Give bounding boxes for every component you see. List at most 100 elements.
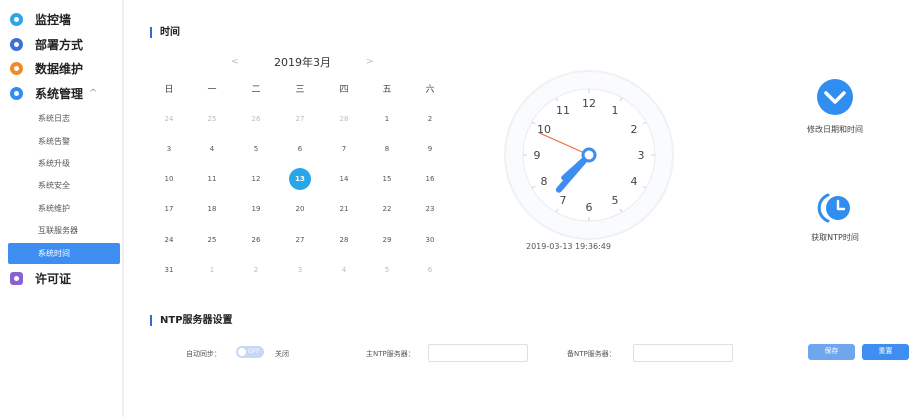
- prev-month-icon[interactable]: <: [231, 57, 239, 67]
- save-button[interactable]: 保存: [808, 344, 855, 360]
- data-maintenance-icon: [10, 61, 23, 75]
- clock-number: 1: [612, 104, 619, 117]
- calendar-day[interactable]: 25: [201, 229, 223, 251]
- sidebar-subitem-system-maintenance[interactable]: 系统维护: [8, 198, 120, 219]
- calendar-weekday-header: 四: [339, 85, 349, 95]
- sidebar-item-label: 部署方式: [35, 37, 84, 52]
- calendar-day[interactable]: 1: [201, 259, 223, 281]
- calendar-day[interactable]: 3: [158, 138, 180, 160]
- license-icon: [10, 271, 23, 285]
- calendar-day[interactable]: 1: [376, 108, 398, 130]
- clock-number: 7: [560, 194, 567, 207]
- monitor-icon: [10, 12, 23, 26]
- calendar-day[interactable]: 4: [201, 138, 223, 160]
- calendar-day[interactable]: 31: [158, 259, 180, 281]
- calendar-day[interactable]: 23: [419, 198, 441, 220]
- chevron-up-icon[interactable]: ^: [89, 88, 97, 99]
- calendar-day[interactable]: 29: [376, 229, 398, 251]
- calendar-day[interactable]: 27: [289, 229, 311, 251]
- calendar-day[interactable]: 25: [201, 108, 223, 130]
- sidebar-subitem-system-log[interactable]: 系统日志: [8, 108, 120, 129]
- sidebar-item-monitor-wall[interactable]: 监控墙: [10, 9, 71, 29]
- calendar-weekday-header: 六: [425, 85, 435, 95]
- calendar-day[interactable]: 6: [419, 259, 441, 281]
- calendar-weekday-header: 三: [295, 85, 305, 95]
- calendar-day[interactable]: 20: [289, 198, 311, 220]
- sidebar-item-label: 数据维护: [35, 61, 84, 76]
- clock-datetime-readout: 2019-03-13 19:36:49: [526, 242, 611, 251]
- calendar-day-selected[interactable]: 13: [289, 168, 311, 190]
- sidebar-item-system-management[interactable]: 系统管理 ^: [10, 83, 97, 103]
- calendar-day[interactable]: 24: [158, 108, 180, 130]
- calendar-day[interactable]: 17: [158, 198, 180, 220]
- time-section-title: 时间: [150, 27, 180, 38]
- get-ntp-time-action[interactable]: 获取NTP时间: [796, 192, 874, 243]
- calendar-day[interactable]: 14: [333, 168, 355, 190]
- calendar-day[interactable]: 21: [333, 198, 355, 220]
- primary-ntp-input[interactable]: [428, 344, 528, 362]
- calendar-day[interactable]: 2: [419, 108, 441, 130]
- clock-number: 5: [612, 194, 619, 207]
- sidebar-item-deployment[interactable]: 部署方式: [10, 34, 83, 54]
- calendar-day[interactable]: 5: [245, 138, 267, 160]
- calendar-day[interactable]: 11: [201, 168, 223, 190]
- sidebar-item-license[interactable]: 许可证: [10, 268, 71, 288]
- calendar-day[interactable]: 8: [376, 138, 398, 160]
- ntp-section-title: NTP服务器设置: [150, 315, 233, 326]
- calendar-day[interactable]: 28: [333, 229, 355, 251]
- calendar-day[interactable]: 28: [333, 108, 355, 130]
- primary-ntp-label: 主NTP服务器：: [366, 350, 415, 358]
- next-month-icon[interactable]: >: [366, 57, 374, 67]
- sidebar-subitem-interconnect-server[interactable]: 互联服务器: [8, 220, 120, 241]
- modify-datetime-label[interactable]: 修改日期和时间: [807, 125, 863, 134]
- auto-sync-label: 自动同步：: [186, 350, 221, 358]
- calendar-day[interactable]: 9: [419, 138, 441, 160]
- chevron-down-circle-icon[interactable]: [816, 78, 854, 116]
- calendar-day[interactable]: 6: [289, 138, 311, 160]
- backup-ntp-input[interactable]: [633, 344, 733, 362]
- sidebar-item-label: 许可证: [35, 271, 72, 286]
- system-management-icon: [10, 86, 23, 100]
- calendar-day[interactable]: 15: [376, 168, 398, 190]
- sidebar-item-data-maintenance[interactable]: 数据维护: [10, 58, 83, 78]
- calendar-day[interactable]: 22: [376, 198, 398, 220]
- toggle-knob: [238, 348, 246, 356]
- auto-sync-state-label: 关闭: [275, 350, 289, 358]
- calendar-day[interactable]: 3: [289, 259, 311, 281]
- sidebar-item-label: 监控墙: [35, 12, 72, 27]
- calendar-day[interactable]: 26: [245, 229, 267, 251]
- reset-button[interactable]: 重置: [862, 344, 909, 360]
- get-ntp-time-label[interactable]: 获取NTP时间: [811, 233, 859, 242]
- calendar-month-title: 2019年3月: [274, 56, 331, 69]
- sidebar-subitem-system-time[interactable]: 系统时间: [8, 243, 120, 264]
- calendar-day[interactable]: 12: [245, 168, 267, 190]
- sidebar: 监控墙 部署方式 数据维护 系统管理 ^ 系统日志 系统告警 系统升级 系统安全…: [0, 0, 124, 417]
- modify-datetime-action[interactable]: 修改日期和时间: [796, 78, 874, 135]
- calendar-day[interactable]: 18: [201, 198, 223, 220]
- calendar-day[interactable]: 30: [419, 229, 441, 251]
- clock-number: 11: [556, 104, 570, 117]
- clock-number: 4: [631, 175, 638, 188]
- calendar-day[interactable]: 24: [158, 229, 180, 251]
- sidebar-subitem-system-upgrade[interactable]: 系统升级: [8, 153, 120, 174]
- toggle-text: OFF: [248, 348, 260, 355]
- auto-sync-toggle[interactable]: OFF: [236, 346, 264, 358]
- calendar-day[interactable]: 16: [419, 168, 441, 190]
- calendar-day[interactable]: 5: [376, 259, 398, 281]
- calendar-day[interactable]: 26: [245, 108, 267, 130]
- calendar-day[interactable]: 10: [158, 168, 180, 190]
- ntp-clock-icon[interactable]: [816, 192, 854, 224]
- sidebar-subitem-system-alarm[interactable]: 系统告警: [8, 131, 120, 152]
- clock-number: 3: [638, 149, 645, 162]
- calendar-weekday-header: 日: [164, 85, 174, 95]
- calendar-day[interactable]: 27: [289, 108, 311, 130]
- clock-number: 12: [582, 97, 596, 110]
- calendar-day[interactable]: 2: [245, 259, 267, 281]
- clock-number: 8: [540, 175, 547, 188]
- clock-face: 121234567891011: [504, 70, 674, 240]
- sidebar-subitem-system-security[interactable]: 系统安全: [8, 175, 120, 196]
- calendar-day[interactable]: 7: [333, 138, 355, 160]
- calendar-weekday-header: 二: [251, 85, 261, 95]
- calendar-day[interactable]: 19: [245, 198, 267, 220]
- calendar-day[interactable]: 4: [333, 259, 355, 281]
